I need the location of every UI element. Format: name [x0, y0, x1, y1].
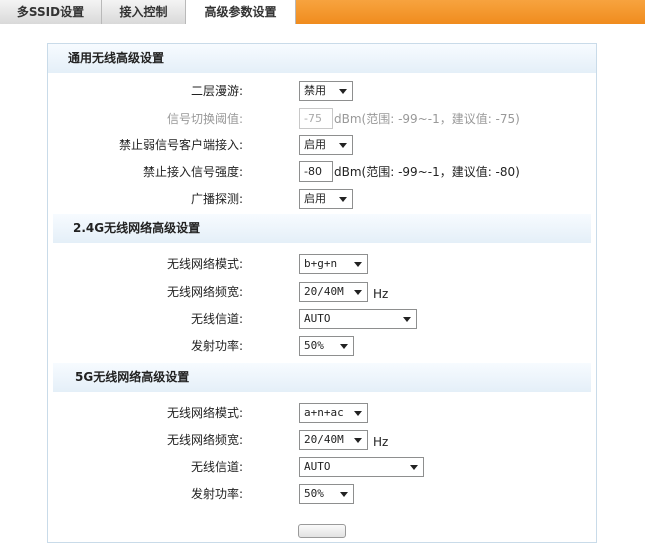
5g-bandwidth-unit: Hz [373, 435, 389, 449]
24g-power-select-value: 50% [304, 339, 324, 352]
5g-bandwidth-select-value: 20/40M [304, 433, 344, 446]
chevron-down-icon [354, 411, 362, 416]
row-switch-threshold: 信号切换阈值: -75 dBm(范围: -99~-1，建议值: -75) [0, 108, 645, 130]
roaming-select[interactable]: 禁用 [299, 81, 353, 101]
chevron-down-icon [339, 197, 347, 202]
tab-advanced-settings[interactable]: 高级参数设置 [186, 0, 296, 24]
24g-mode-select[interactable]: b+g+n [299, 254, 368, 274]
section-general-title: 通用无线高级设置 [48, 44, 596, 73]
chevron-down-icon [340, 492, 348, 497]
roaming-label: 二层漫游: [190, 84, 243, 98]
5g-channel-select-value: AUTO [304, 460, 331, 473]
save-button[interactable] [298, 524, 346, 538]
24g-channel-select[interactable]: AUTO [299, 309, 417, 329]
5g-bandwidth-select[interactable]: 20/40M [299, 430, 368, 450]
24g-bandwidth-select-value: 20/40M [304, 285, 344, 298]
chevron-down-icon [354, 438, 362, 443]
5g-power-select[interactable]: 50% [299, 484, 354, 504]
row-24g-channel: 无线信道: AUTO [0, 308, 645, 330]
24g-channel-label: 无线信道: [190, 312, 243, 326]
row-weak-block: 禁止弱信号客户端接入: 启用 [0, 134, 645, 156]
24g-bandwidth-select[interactable]: 20/40M [299, 282, 368, 302]
row-roaming: 二层漫游: 禁用 [0, 80, 645, 102]
chevron-down-icon [403, 317, 411, 322]
tab-bar: 多SSID设置 接入控制 高级参数设置 [0, 0, 645, 24]
broadcast-probe-label: 广播探测: [190, 192, 243, 206]
weak-block-select-value: 启用 [304, 138, 326, 151]
row-24g-bandwidth: 无线网络频宽: 20/40M Hz [0, 281, 645, 303]
5g-channel-label: 无线信道: [190, 460, 243, 474]
24g-power-select[interactable]: 50% [299, 336, 354, 356]
block-strength-hint: dBm(范围: -99~-1，建议值: -80) [334, 165, 520, 179]
row-24g-power: 发射功率: 50% [0, 335, 645, 357]
switch-threshold-input[interactable]: -75 [299, 108, 333, 129]
chevron-down-icon [339, 143, 347, 148]
broadcast-probe-select[interactable]: 启用 [299, 189, 353, 209]
5g-mode-label: 无线网络模式: [166, 406, 243, 420]
row-5g-power: 发射功率: 50% [0, 483, 645, 505]
row-5g-bandwidth: 无线网络频宽: 20/40M Hz [0, 429, 645, 451]
5g-power-label: 发射功率: [190, 487, 243, 501]
chevron-down-icon [410, 465, 418, 470]
section-24g-title: 2.4G无线网络高级设置 [53, 214, 591, 243]
row-block-strength: 禁止接入信号强度: -80 dBm(范围: -99~-1，建议值: -80) [0, 161, 645, 183]
row-5g-channel: 无线信道: AUTO [0, 456, 645, 478]
tab-access-control[interactable]: 接入控制 [102, 0, 186, 24]
5g-channel-select[interactable]: AUTO [299, 457, 424, 477]
5g-bandwidth-label: 无线网络频宽: [166, 433, 243, 447]
switch-threshold-hint: dBm(范围: -99~-1，建议值: -75) [334, 112, 520, 126]
5g-power-select-value: 50% [304, 487, 324, 500]
section-5g-title: 5G无线网络高级设置 [53, 363, 591, 392]
chevron-down-icon [354, 262, 362, 267]
5g-mode-select-value: a+n+ac [304, 406, 344, 419]
24g-channel-select-value: AUTO [304, 312, 331, 325]
24g-mode-label: 无线网络模式: [166, 257, 243, 271]
weak-block-label: 禁止弱信号客户端接入: [118, 138, 243, 152]
row-broadcast-probe: 广播探测: 启用 [0, 188, 645, 210]
chevron-down-icon [340, 344, 348, 349]
chevron-down-icon [354, 290, 362, 295]
tab-multi-ssid[interactable]: 多SSID设置 [0, 0, 102, 24]
roaming-select-value: 禁用 [304, 84, 326, 97]
row-5g-mode: 无线网络模式: a+n+ac [0, 402, 645, 424]
block-strength-label: 禁止接入信号强度: [142, 165, 243, 179]
broadcast-probe-select-value: 启用 [304, 192, 326, 205]
24g-power-label: 发射功率: [190, 339, 243, 353]
switch-threshold-label: 信号切换阈值: [166, 112, 243, 126]
block-strength-input[interactable]: -80 [299, 161, 333, 182]
weak-block-select[interactable]: 启用 [299, 135, 353, 155]
5g-mode-select[interactable]: a+n+ac [299, 403, 368, 423]
24g-bandwidth-label: 无线网络频宽: [166, 285, 243, 299]
24g-mode-select-value: b+g+n [304, 257, 338, 270]
24g-bandwidth-unit: Hz [373, 287, 389, 301]
row-24g-mode: 无线网络模式: b+g+n [0, 253, 645, 275]
chevron-down-icon [339, 89, 347, 94]
